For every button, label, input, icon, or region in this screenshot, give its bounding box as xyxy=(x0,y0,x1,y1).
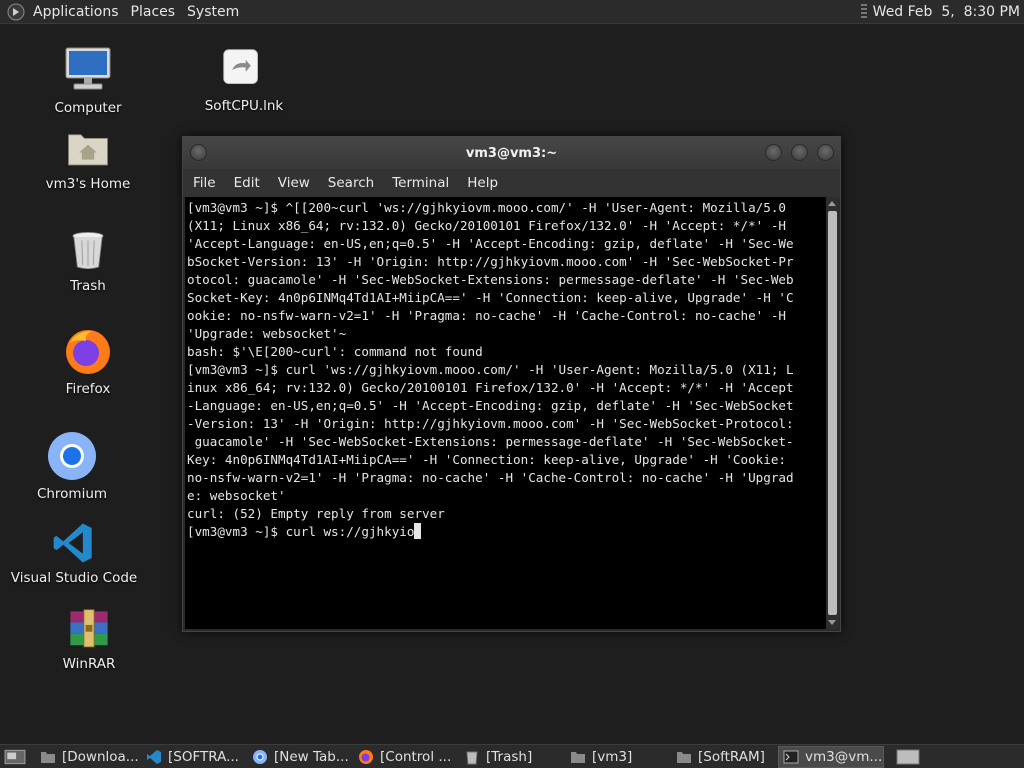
trash-icon xyxy=(72,231,104,270)
taskbar-item-label: [New Tab... xyxy=(274,748,349,765)
menu-search[interactable]: Search xyxy=(328,175,374,191)
desktop-icon-winrar[interactable]: WinRAR xyxy=(24,608,154,672)
desktop-icon-label: Visual Studio Code xyxy=(10,570,138,586)
window-menu-icon[interactable] xyxy=(190,144,207,161)
taskbar-item-label: [Downloa... xyxy=(62,748,139,765)
terminal-scrollbar[interactable] xyxy=(826,197,839,629)
desktop-icon-label: Chromium xyxy=(36,486,108,502)
desktop-icon-chromium[interactable]: Chromium xyxy=(7,430,137,502)
scroll-up-icon[interactable] xyxy=(828,201,836,206)
taskbar-item-vm3[interactable]: [vm3] xyxy=(566,746,672,768)
vscode-icon xyxy=(53,523,92,563)
terminal-line: bash: $'\E[200~curl': command not found xyxy=(187,344,483,359)
terminal-line: bSocket-Version: 13' -H 'Origin: http://… xyxy=(187,254,794,269)
trash-icon xyxy=(466,751,478,764)
terminal-line: -Version: 13' -H 'Origin: http://gjhkyio… xyxy=(187,416,794,431)
system-menu[interactable]: System xyxy=(183,4,247,20)
workspace-switcher-icon[interactable] xyxy=(896,749,920,765)
close-icon[interactable] xyxy=(817,144,834,161)
terminal-output[interactable]: [vm3@vm3 ~]$ ^[[200~curl 'ws://gjhkyiovm… xyxy=(185,197,826,629)
top-panel: Applications Places System Wed Feb 5, 8:… xyxy=(0,0,1024,24)
firefox-icon xyxy=(359,749,373,764)
terminal-line: curl: (52) Empty reply from server xyxy=(187,506,445,521)
terminal-menubar: File Edit View Search Terminal Help xyxy=(183,169,840,197)
terminal-line: ookie: no-nsfw-warn-v2=1' -H 'Pragma: no… xyxy=(187,308,786,323)
terminal-line: [vm3@vm3 ~]$ ^[[200~curl 'ws://gjhkyiovm… xyxy=(187,200,786,215)
taskbar-item-trash[interactable]: [Trash] xyxy=(460,746,566,768)
terminal-window[interactable]: vm3@vm3:~ File Edit View Search Terminal… xyxy=(182,136,841,632)
terminal-line: e: websocket' xyxy=(187,488,286,503)
taskbar-item-label: [vm3] xyxy=(592,748,633,765)
chromium-icon xyxy=(48,432,96,480)
desktop-icon-label: Firefox xyxy=(65,381,111,397)
taskbar-item-new-tab[interactable]: [New Tab... xyxy=(248,746,354,768)
desktop-icon-softcpu[interactable]: SoftCPU.lnk xyxy=(179,48,309,114)
shortcut-icon xyxy=(223,49,258,84)
desktop-icon-label: SoftCPU.lnk xyxy=(204,98,284,114)
menu-view[interactable]: View xyxy=(278,175,310,191)
taskbar-item-softra[interactable]: [SOFTRA... xyxy=(142,746,248,768)
folder-icon xyxy=(677,751,691,763)
terminal-title: vm3@vm3:~ xyxy=(465,145,558,161)
terminal-current-input[interactable]: [vm3@vm3 ~]$ curl ws://gjhkyio xyxy=(187,524,414,539)
desktop-icon-vscode[interactable]: Visual Studio Code xyxy=(9,520,139,586)
desktop-icon-label: Computer xyxy=(54,100,122,116)
chromium-icon xyxy=(253,749,267,764)
terminal-input-line[interactable]: [vm3@vm3 ~]$ curl ws://gjhkyio xyxy=(187,523,826,541)
taskbar-item-label: [Trash] xyxy=(486,748,533,765)
terminal-line: (X11; Linux x86_64; rv:132.0) Gecko/2010… xyxy=(187,218,786,233)
firefox-icon xyxy=(66,330,110,374)
taskbar-item-terminal[interactable]: vm3@vm... xyxy=(778,745,884,768)
menu-help[interactable]: Help xyxy=(467,175,498,191)
terminal-line: 'Upgrade: websocket'~ xyxy=(187,326,347,341)
scroll-down-icon[interactable] xyxy=(828,620,836,625)
terminal-line: [vm3@vm3 ~]$ curl 'ws://gjhkyiovm.mooo.c… xyxy=(187,362,794,377)
folder-icon xyxy=(41,751,55,763)
desktop-icon-label: vm3's Home xyxy=(45,176,131,192)
scrollbar-thumb[interactable] xyxy=(828,211,837,615)
terminal-line: -Language: en-US,en;q=0.5' -H 'Accept-En… xyxy=(187,398,794,413)
terminal-line: no-nsfw-warn-v2=1' -H 'Pragma: no-cache'… xyxy=(187,470,794,485)
show-desktop-icon[interactable] xyxy=(4,748,26,766)
taskbar-item-label: vm3@vm... xyxy=(805,748,883,765)
computer-icon xyxy=(65,47,111,90)
taskbar-item-label: [SoftRAM] xyxy=(698,748,765,765)
desktop-icon-label: WinRAR xyxy=(62,656,116,672)
desktop-icon-computer[interactable]: Computer xyxy=(23,44,153,116)
menu-file[interactable]: File xyxy=(193,175,216,191)
terminal-line: 'Accept-Language: en-US,en;q=0.5' -H 'Ac… xyxy=(187,236,794,251)
terminal-line: inux x86_64; rv:132.0) Gecko/20100101 Fi… xyxy=(187,380,794,395)
home-folder-icon xyxy=(68,134,108,166)
terminal-line: otocol: guacamole' -H 'Sec-WebSocket-Ext… xyxy=(187,272,794,287)
desktop-icon-home[interactable]: vm3's Home xyxy=(23,126,153,192)
desktop-icon-trash[interactable]: Trash xyxy=(23,228,153,294)
terminal-icon xyxy=(783,750,799,763)
terminal-line: Key: 4n0p6INMq4Td1AI+MiipCA==' -H 'Conne… xyxy=(187,452,786,467)
terminal-line: guacamole' -H 'Sec-WebSocket-Extensions:… xyxy=(187,434,794,449)
gnome-foot-icon[interactable] xyxy=(7,3,25,21)
desktop-icon-firefox[interactable]: Firefox xyxy=(23,325,153,397)
folder-icon xyxy=(571,751,585,763)
maximize-icon[interactable] xyxy=(791,144,808,161)
terminal-line: Socket-Key: 4n0p6INMq4Td1AI+MiipCA==' -H… xyxy=(187,290,794,305)
taskbar-item-label: [Control ... xyxy=(380,748,452,765)
taskbar-item-softram[interactable]: [SoftRAM] xyxy=(672,746,778,768)
taskbar-item-label: [SOFTRA... xyxy=(168,748,239,765)
clock[interactable]: Wed Feb 5, 8:30 PM xyxy=(873,4,1020,20)
menu-edit[interactable]: Edit xyxy=(234,175,260,191)
taskbar: [Downloa... [SOFTRA... [New Tab... [Cont… xyxy=(0,744,1024,768)
menu-terminal[interactable]: Terminal xyxy=(392,175,449,191)
winrar-icon xyxy=(70,609,108,648)
places-menu[interactable]: Places xyxy=(127,4,184,20)
terminal-titlebar[interactable]: vm3@vm3:~ xyxy=(183,137,840,169)
panel-grip-icon xyxy=(860,3,867,20)
minimize-icon[interactable] xyxy=(765,144,782,161)
desktop-icon-label: Trash xyxy=(70,278,106,294)
terminal-cursor xyxy=(414,523,422,539)
taskbar-item-downloads[interactable]: [Downloa... xyxy=(36,746,142,768)
vscode-icon xyxy=(147,749,161,764)
taskbar-item-control[interactable]: [Control ... xyxy=(354,746,460,768)
applications-menu[interactable]: Applications xyxy=(29,4,127,20)
